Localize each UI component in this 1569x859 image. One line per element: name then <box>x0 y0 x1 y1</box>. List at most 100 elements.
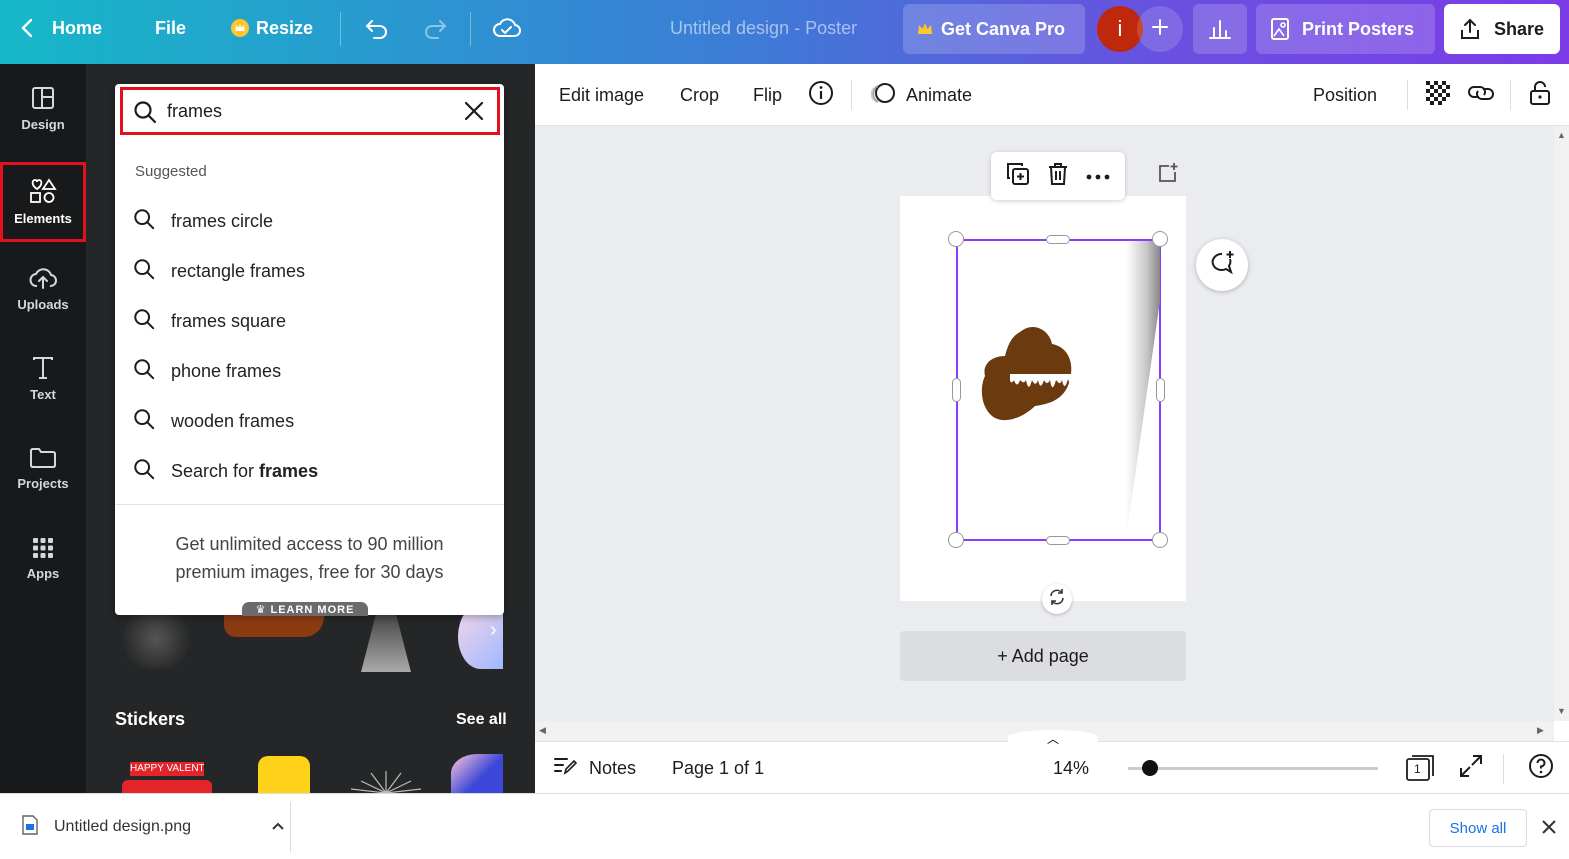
sticker-text: HAPPY VALENTINE'S <box>130 762 204 776</box>
pages-icon: 1 <box>1406 755 1434 781</box>
scroll-down-icon[interactable]: ▼ <box>1557 706 1566 716</box>
page-count-button[interactable]: 1 <box>1406 742 1434 794</box>
thumbnail-spotlight[interactable] <box>361 614 411 672</box>
fullscreen-button[interactable] <box>1459 742 1483 794</box>
checkerboard-icon <box>1425 80 1451 111</box>
rail-label: Elements <box>14 211 72 226</box>
divider <box>1503 754 1504 784</box>
scroll-left-icon[interactable]: ◀ <box>539 725 546 736</box>
resize-handle[interactable] <box>1152 532 1168 548</box>
scroll-right-icon[interactable]: ▶ <box>1537 725 1544 736</box>
sticker-valentine[interactable]: HAPPY VALENTINE'S <box>122 762 212 793</box>
notes-button[interactable]: Notes <box>553 742 636 794</box>
vertical-scrollbar[interactable]: ▲ ▼ <box>1554 126 1569 721</box>
rotate-handle[interactable] <box>1042 584 1072 614</box>
resize-handle[interactable] <box>952 378 961 402</box>
animate-button[interactable]: Animate <box>870 64 972 126</box>
drip-blob-graphic <box>980 324 1095 434</box>
resize-button[interactable]: Resize <box>230 0 313 56</box>
trash-icon[interactable] <box>1047 162 1069 191</box>
image-frame-icon <box>1270 17 1290 41</box>
suggestion-item[interactable]: rectangle frames <box>133 256 305 286</box>
resize-handle[interactable] <box>1046 536 1070 545</box>
notes-label: Notes <box>589 757 637 778</box>
flip-button[interactable]: Flip <box>753 64 782 126</box>
design-page[interactable] <box>900 196 1186 601</box>
canvas-area[interactable]: + Add page <box>535 126 1554 721</box>
clear-search-icon[interactable] <box>464 101 484 126</box>
more-options-icon[interactable] <box>1086 167 1110 185</box>
home-button[interactable]: Home <box>20 0 102 56</box>
rail-item-elements[interactable]: Elements <box>0 162 86 242</box>
share-button[interactable]: Share <box>1444 4 1560 54</box>
resize-handle[interactable] <box>948 532 964 548</box>
crop-button[interactable]: Crop <box>680 64 719 126</box>
add-comment-button[interactable] <box>1196 239 1248 291</box>
info-button[interactable] <box>808 64 834 126</box>
edit-image-button[interactable]: Edit image <box>559 64 644 126</box>
rail-label: Projects <box>17 476 69 491</box>
divider <box>340 12 341 46</box>
scroll-up-icon[interactable]: ▲ <box>1557 130 1566 140</box>
promo-text: Get unlimited access to 90 million premi… <box>175 534 444 582</box>
crown-icon <box>230 18 250 38</box>
show-all-button[interactable]: Show all <box>1429 809 1527 847</box>
selected-frame[interactable] <box>956 239 1161 541</box>
lock-button[interactable] <box>1528 64 1552 126</box>
search-input[interactable]: frames <box>120 87 500 135</box>
transparency-button[interactable] <box>1425 64 1451 126</box>
zoom-slider[interactable] <box>1128 760 1378 776</box>
learn-more-button[interactable]: ♛ LEARN MORE <box>242 602 368 616</box>
file-menu[interactable]: File <box>155 0 186 56</box>
sticker-hand[interactable] <box>258 756 310 793</box>
rail-item-uploads[interactable]: Uploads <box>0 249 86 329</box>
redo-button[interactable] <box>422 0 448 56</box>
resize-handle[interactable] <box>1152 231 1168 247</box>
resize-handle[interactable] <box>1046 235 1070 244</box>
suggestion-item[interactable]: frames circle <box>133 206 273 236</box>
close-icon[interactable] <box>1542 820 1556 839</box>
suggestion-item[interactable]: frames square <box>133 306 286 336</box>
suggestion-item[interactable]: wooden frames <box>133 406 294 436</box>
search-for-item[interactable]: Search for frames <box>133 456 318 486</box>
page-info[interactable]: Page 1 of 1 <box>672 742 764 794</box>
undo-button[interactable] <box>364 0 390 56</box>
rail-item-apps[interactable]: Apps <box>0 519 86 599</box>
insights-button[interactable] <box>1193 4 1247 54</box>
chevron-up-icon[interactable] <box>271 818 285 836</box>
link-button[interactable] <box>1467 64 1495 126</box>
get-canva-pro-button[interactable]: Get Canva Pro <box>903 4 1085 54</box>
duplicate-icon[interactable] <box>1006 162 1030 191</box>
search-icon <box>133 458 155 485</box>
resize-handle[interactable] <box>948 231 964 247</box>
search-icon <box>133 258 155 285</box>
suggestion-item[interactable]: phone frames <box>133 356 281 386</box>
rotate-icon <box>1048 588 1066 611</box>
share-label: Share <box>1494 18 1545 39</box>
invite-button[interactable] <box>1137 6 1183 52</box>
save-status-button[interactable] <box>492 0 522 56</box>
suggestion-label: wooden frames <box>171 410 295 431</box>
crown-icon <box>917 22 933 36</box>
document-title[interactable]: Untitled design - Poster <box>670 0 857 56</box>
help-button[interactable] <box>1528 742 1554 794</box>
sticker-badge[interactable] <box>451 754 503 793</box>
position-button[interactable]: Position <box>1313 64 1377 126</box>
resize-handle[interactable] <box>1156 378 1165 402</box>
add-to-page-icon[interactable] <box>1157 162 1179 189</box>
rail-item-projects[interactable]: Projects <box>0 429 86 509</box>
download-filename: Untitled design.png <box>54 818 191 835</box>
gradient-shape <box>1126 241 1160 539</box>
rail-item-text[interactable]: Text <box>0 339 86 419</box>
print-posters-button[interactable]: Print Posters <box>1256 4 1435 54</box>
sticker-sparkle[interactable] <box>341 767 431 794</box>
zoom-level[interactable]: 14% <box>1053 742 1089 794</box>
rail-item-design[interactable]: Design <box>0 69 86 149</box>
add-page-button[interactable]: + Add page <box>900 631 1186 681</box>
download-item[interactable]: Untitled design.png <box>22 794 285 859</box>
chevron-right-icon[interactable]: › <box>490 619 497 642</box>
zoom-slider-knob[interactable] <box>1142 760 1158 776</box>
thumbnail-smoke[interactable] <box>116 609 196 669</box>
suggestion-label: frames circle <box>171 210 274 231</box>
see-all-link[interactable]: See all <box>456 711 507 729</box>
